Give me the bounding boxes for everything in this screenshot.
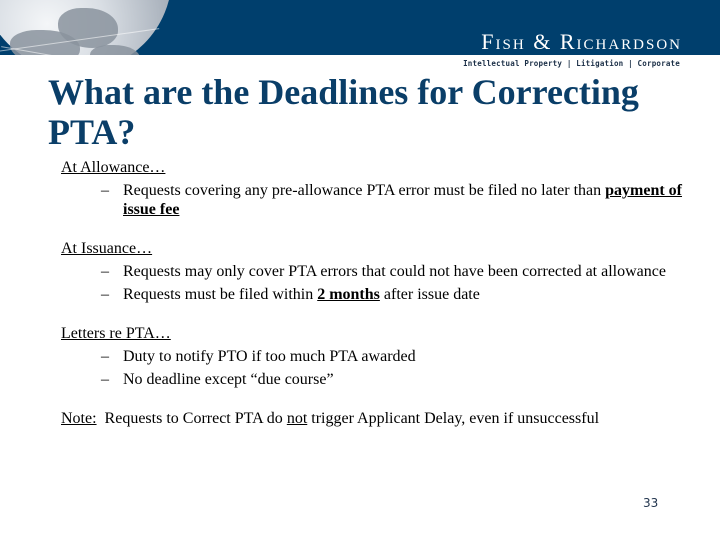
section-heading: At Issuance… xyxy=(61,240,153,257)
note-emphasis: not xyxy=(286,410,308,427)
slide-title: What are the Deadlines for Correcting PT… xyxy=(48,72,639,152)
page-number: 33 xyxy=(643,496,659,510)
section-issuance: At Issuance… – Requests may only cover P… xyxy=(61,239,701,304)
bullet-text: Requests may only cover PTA errors that … xyxy=(123,263,666,280)
bullet-text: Requests covering any pre-allowance PTA … xyxy=(123,182,606,199)
bullet-text: Duty to notify PTO if too much PTA award… xyxy=(123,348,416,365)
bullet-dash: – xyxy=(101,286,109,303)
bullet-text: after issue date xyxy=(379,286,480,303)
note-text: trigger Applicant Delay, even if unsucce… xyxy=(307,410,600,427)
bullet-dash: – xyxy=(101,371,109,388)
bullet-item: – Requests may only cover PTA errors tha… xyxy=(61,262,701,281)
bullet-dash: – xyxy=(101,263,109,280)
firm-logo-text: Fish & Richardson xyxy=(481,29,682,54)
section-heading: Letters re PTA… xyxy=(61,325,171,342)
bullet-dash: – xyxy=(101,182,109,199)
bullet-item: – Requests must be filed within 2 months… xyxy=(61,285,701,304)
bullet-dash: – xyxy=(101,348,109,365)
section-allowance: At Allowance… – Requests covering any pr… xyxy=(61,158,701,219)
bullet-item: – No deadline except “due course” xyxy=(61,370,701,389)
bullet-item: – Requests covering any pre-allowance PT… xyxy=(61,181,701,219)
section-heading: At Allowance… xyxy=(61,159,166,176)
note-text: Requests to Correct PTA do xyxy=(96,410,287,427)
header-band: Fish & Richardson xyxy=(0,0,720,55)
section-letters: Letters re PTA… – Duty to notify PTO if … xyxy=(61,324,701,389)
slide-body: At Allowance… – Requests covering any pr… xyxy=(61,158,701,428)
bullet-item: – Duty to notify PTO if too much PTA awa… xyxy=(61,347,701,366)
firm-tagline: Intellectual Property | Litigation | Cor… xyxy=(463,59,680,68)
emphasis-text: 2 months xyxy=(317,286,380,303)
globe-icon xyxy=(0,0,172,55)
bullet-text: No deadline except “due course” xyxy=(123,371,334,388)
bullet-text: Requests must be filed within xyxy=(123,286,318,303)
note-label: Note: xyxy=(61,410,97,427)
note: Note: Requests to Correct PTA do not tri… xyxy=(61,409,701,428)
